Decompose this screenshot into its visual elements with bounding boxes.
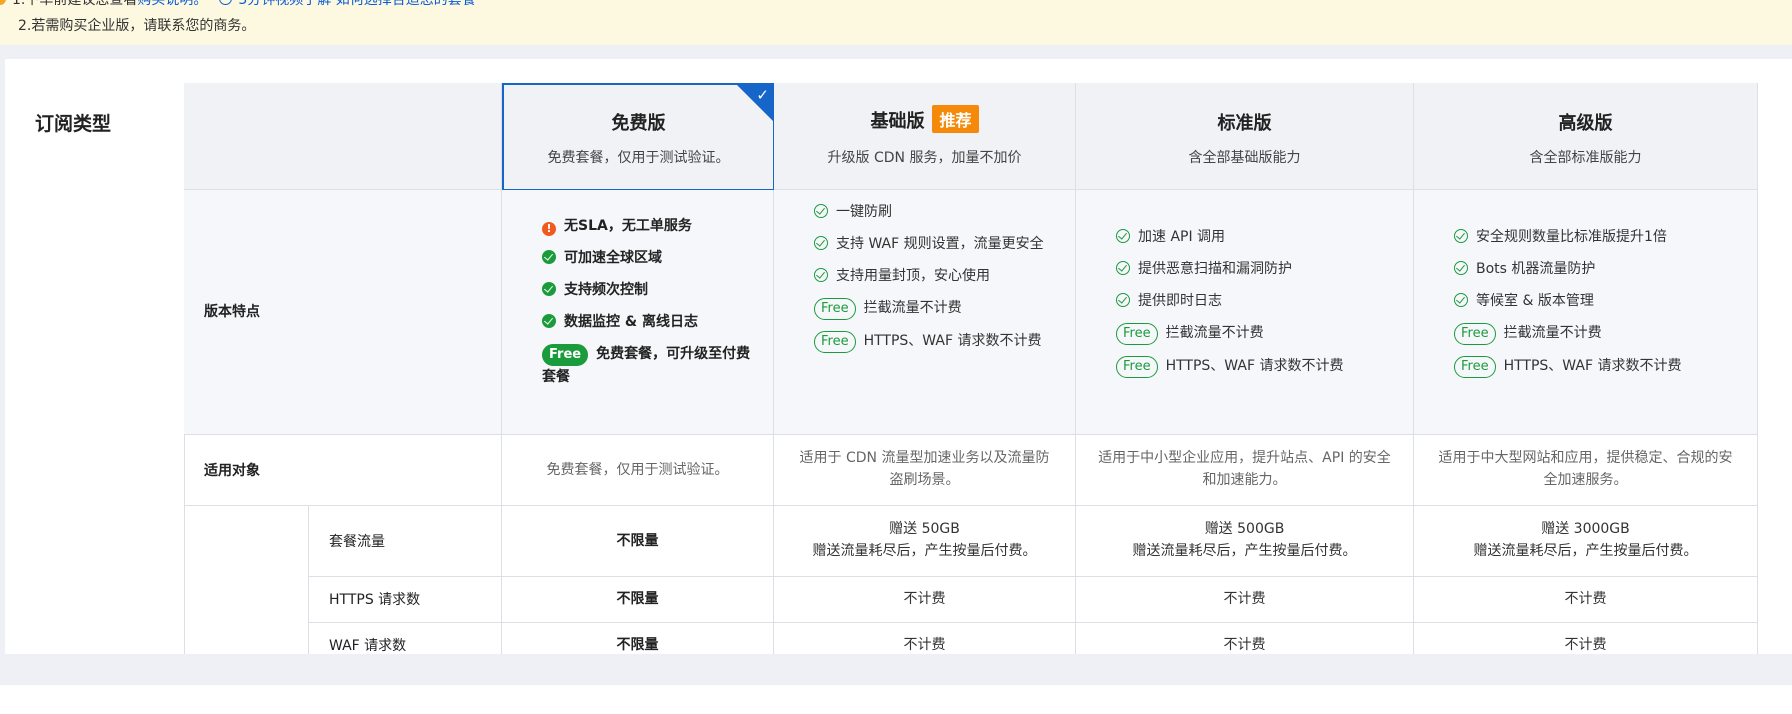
feature-item: Bots 机器流量防护 <box>1454 258 1744 280</box>
traffic-cell: 不限量 <box>502 506 774 577</box>
features-label-cell: 版本特点 <box>184 190 502 435</box>
target-cell: 免费套餐，仅用于测试验证。 <box>502 435 774 506</box>
feature-item: Free 拦截流量不计费 <box>1116 322 1396 345</box>
feature-item: 可加速全球区域 <box>542 247 752 269</box>
target-label-cell: 适用对象 <box>184 435 502 506</box>
basic-features-cell: 一键防刷 支持 WAF 规则设置，流量更安全 支持用量封顶，安心使用 Free 拦… <box>774 190 1076 435</box>
plan-name: 标准版 <box>1217 113 1272 134</box>
feature-item: 支持用量封顶，安心使用 <box>814 265 1044 287</box>
https-label-cell: HTTPS 请求数 <box>309 577 502 623</box>
free-features-cell: ! 无SLA，无工单服务 可加速全球区域 支持频次控制 数据监控 & 离线日志 F… <box>502 190 774 435</box>
purchase-guide-link[interactable]: 购买说明。 <box>137 0 207 8</box>
notice-bar: 1.下单前建议您查看购买说明。 3分钟视频了解 如何选择合适您的套餐 2.若需购买… <box>0 0 1792 45</box>
free-tag: Free <box>1454 323 1496 345</box>
subscription-panel: 订阅类型 ✓ 免费版 免费套餐，仅用于测试验证。 基础版 推荐 升级版 CDN 服… <box>5 59 1792 654</box>
warning-icon <box>0 0 6 5</box>
check-circle-icon <box>1454 229 1468 243</box>
https-cell: 不限量 <box>502 577 774 623</box>
feature-item: 支持 WAF 规则设置，流量更安全 <box>814 233 1044 255</box>
plan-free-selected[interactable]: ✓ 免费版 免费套餐，仅用于测试验证。 <box>502 83 775 191</box>
check-circle-icon <box>1454 293 1468 307</box>
plan-premium-header[interactable]: 高级版 含全部标准版能力 <box>1414 83 1758 190</box>
https-cell: 不计费 <box>1414 577 1758 623</box>
target-cell: 适用于 CDN 流量型加速业务以及流量防盗刷场景。 <box>774 435 1076 506</box>
plan-comparison-table: ✓ 免费版 免费套餐，仅用于测试验证。 基础版 推荐 升级版 CDN 服务，加量不… <box>184 83 1758 654</box>
row-label: 适用对象 <box>204 463 260 479</box>
free-tag: Free <box>1454 356 1496 378</box>
check-circle-icon <box>1454 261 1468 275</box>
feature-item: Free 免费套餐，可升级至付费套餐 <box>542 344 751 385</box>
waf-cell: 不限量 <box>502 623 774 654</box>
feature-item: 加速 API 调用 <box>1116 226 1396 248</box>
premium-features-cell: 安全规则数量比标准版提升1倍 Bots 机器流量防护 等候室 & 版本管理 Fr… <box>1414 190 1758 435</box>
free-tag: Free <box>1116 323 1158 345</box>
traffic-cell: 赠送 500GB 赠送流量耗尽后，产生按量后付费。 <box>1076 506 1414 577</box>
feature-list: 加速 API 调用 提供恶意扫描和漏洞防护 提供即时日志 Free 拦截流量不计费… <box>1116 226 1396 388</box>
notice-line-1: 1.下单前建议您查看购买说明。 3分钟视频了解 如何选择合适您的套餐 <box>0 0 476 8</box>
row-label: 版本特点 <box>204 304 260 320</box>
free-tag: Free <box>814 298 856 320</box>
clock-icon <box>219 0 233 5</box>
feature-item: Free 拦截流量不计费 <box>814 297 1044 320</box>
feature-item: 等候室 & 版本管理 <box>1454 290 1744 312</box>
check-icon: ✓ <box>756 86 769 104</box>
plan-desc: 含全部标准版能力 <box>1529 150 1642 166</box>
check-circle-icon <box>542 282 556 296</box>
https-cell: 不计费 <box>774 577 1076 623</box>
feature-item: Free 拦截流量不计费 <box>1454 322 1744 345</box>
check-circle-icon <box>1116 229 1130 243</box>
recommend-badge: 推荐 <box>932 105 979 133</box>
waf-cell: 不计费 <box>774 623 1076 654</box>
feature-item: Free HTTPS、WAF 请求数不计费 <box>814 330 1044 353</box>
free-tag: Free <box>1116 356 1158 378</box>
feature-item: Free HTTPS、WAF 请求数不计费 <box>1116 355 1396 378</box>
warning-icon: ! <box>542 222 556 236</box>
plan-name: 基础版 <box>870 111 925 132</box>
https-cell: 不计费 <box>1076 577 1414 623</box>
feature-list: 安全规则数量比标准版提升1倍 Bots 机器流量防护 等候室 & 版本管理 Fr… <box>1454 226 1744 388</box>
feature-item: 一键防刷 <box>814 201 1044 223</box>
check-circle-icon <box>542 314 556 328</box>
check-circle-icon <box>814 236 828 250</box>
header-empty-cell <box>184 83 502 190</box>
target-cell: 适用于中大型网站和应用，提供稳定、合规的安全加速服务。 <box>1414 435 1758 506</box>
video-guide-link[interactable]: 3分钟视频了解 如何选择合适您的套餐 <box>238 0 475 8</box>
feature-item: Free HTTPS、WAF 请求数不计费 <box>1454 355 1744 378</box>
waf-cell: 不计费 <box>1414 623 1758 654</box>
traffic-cell: 赠送 50GB 赠送流量耗尽后，产生按量后付费。 <box>774 506 1076 577</box>
plan-name: 高级版 <box>1558 113 1613 134</box>
check-circle-icon <box>1116 261 1130 275</box>
feature-item: 数据监控 & 离线日志 <box>542 311 752 333</box>
waf-label-cell: WAF 请求数 <box>309 623 502 654</box>
waf-cell: 不计费 <box>1076 623 1414 654</box>
check-circle-icon <box>814 268 828 282</box>
quota-group-cell <box>184 506 309 654</box>
feature-item: 提供即时日志 <box>1116 290 1396 312</box>
notice-line-2: 2.若需购买企业版，请联系您的商务。 <box>18 18 256 34</box>
feature-item: 提供恶意扫描和漏洞防护 <box>1116 258 1396 280</box>
standard-features-cell: 加速 API 调用 提供恶意扫描和漏洞防护 提供即时日志 Free 拦截流量不计费… <box>1076 190 1414 435</box>
plan-name: 免费版 <box>611 113 666 134</box>
traffic-label-cell: 套餐流量 <box>309 506 502 577</box>
content-area: 订阅类型 ✓ 免费版 免费套餐，仅用于测试验证。 基础版 推荐 升级版 CDN 服… <box>0 45 1792 685</box>
free-tag: Free <box>814 331 856 353</box>
feature-list: ! 无SLA，无工单服务 可加速全球区域 支持频次控制 数据监控 & 离线日志 F… <box>542 215 752 398</box>
check-circle-icon <box>814 204 828 218</box>
target-cell: 适用于中小型企业应用，提升站点、API 的安全和加速能力。 <box>1076 435 1414 506</box>
plan-basic-header[interactable]: 基础版 推荐 升级版 CDN 服务，加量不加价 <box>774 83 1076 190</box>
plan-standard-header[interactable]: 标准版 含全部基础版能力 <box>1076 83 1414 190</box>
feature-item: 安全规则数量比标准版提升1倍 <box>1454 226 1744 248</box>
check-circle-icon <box>542 250 556 264</box>
traffic-cell: 赠送 3000GB 赠送流量耗尽后，产生按量后付费。 <box>1414 506 1758 577</box>
plan-desc: 升级版 CDN 服务，加量不加价 <box>827 150 1022 166</box>
section-title: 订阅类型 <box>35 113 112 135</box>
feature-item: 支持频次控制 <box>542 279 752 301</box>
plan-desc: 含全部基础版能力 <box>1188 150 1301 166</box>
feature-item: ! 无SLA，无工单服务 <box>542 215 752 237</box>
plan-desc: 免费套餐，仅用于测试验证。 <box>547 150 730 166</box>
feature-list: 一键防刷 支持 WAF 规则设置，流量更安全 支持用量封顶，安心使用 Free 拦… <box>814 201 1044 363</box>
free-tag: Free <box>542 344 589 366</box>
check-circle-icon <box>1116 293 1130 307</box>
